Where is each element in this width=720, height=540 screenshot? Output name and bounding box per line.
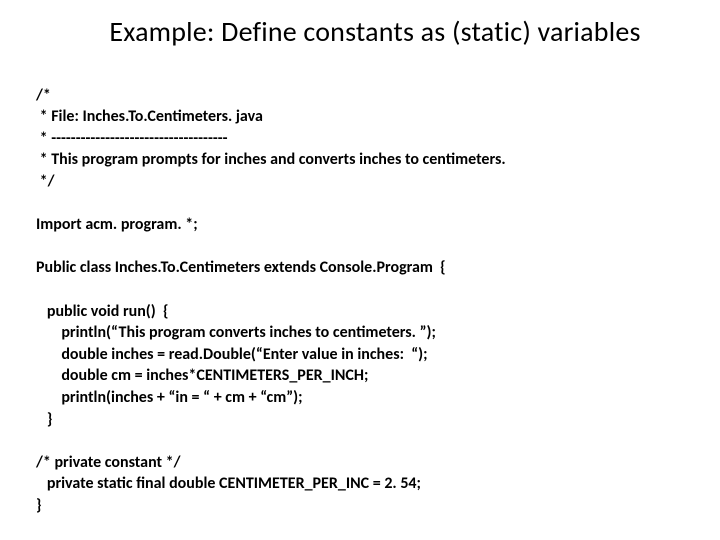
code-line: double inches = read.Double(“Enter value… [36,345,428,364]
code-block: /* * File: Inches.To.Centimeters. java *… [36,63,684,516]
code-line: /* private constant */ [36,453,181,472]
code-line: * This program prompts for inches and co… [36,150,506,169]
slide-title: Example: Define constants as (static) va… [36,14,684,49]
code-line: */ [36,172,54,191]
slide: Example: Define constants as (static) va… [0,0,720,540]
code-line: } [36,410,52,429]
code-line: * File: Inches.To.Centimeters. java [36,107,263,126]
code-line: Public class Inches.To.Centimeters exten… [36,258,446,277]
code-line: println(“This program converts inches to… [36,323,436,342]
code-line: public void run() { [36,302,169,321]
code-line: double cm = inches*CENTIMETERS_PER_INCH; [36,366,368,385]
code-line: /* [36,86,51,105]
code-line: } [36,496,42,515]
code-line: Import acm. program. *; [36,215,198,234]
code-line: private static final double CENTIMETER_P… [36,474,421,493]
code-line: println(inches + “in = “ + cm + “cm”); [36,388,303,407]
code-line: * ------------------------------------ [36,129,228,148]
